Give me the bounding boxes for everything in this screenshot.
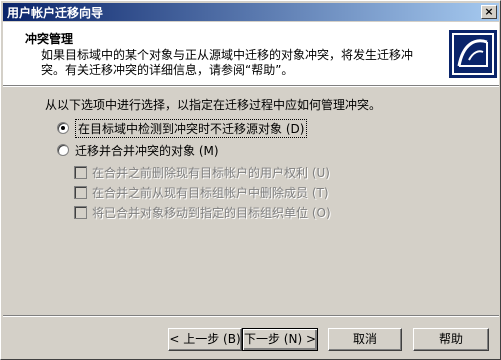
sub-option-remove-group-members-label: 在合并之前从现有目标组帐户中删除成员 (T) [92, 185, 329, 200]
radio-migrate-and-merge[interactable] [57, 144, 69, 156]
wizard-header: 冲突管理 如果目标域中的某个对象与正从源域中迁移的对象冲突，将发生迁移冲突。有关… [3, 22, 499, 85]
sub-option-move-to-ou-label: 将已合并对象移动到指定的目标组织单位 (O) [92, 205, 331, 220]
checkbox-move-to-ou[interactable] [74, 205, 87, 219]
sub-option-remove-user-rights-label: 在合并之前删除现有目标帐户的用户权利 (U) [92, 165, 330, 180]
footer-separator [3, 315, 499, 317]
option-do-not-migrate[interactable]: 在目标域中检测到冲突时不迁移源对象 (D) [57, 118, 308, 138]
option-do-not-migrate-label: 在目标域中检测到冲突时不迁移源对象 (D) [75, 118, 308, 138]
checkbox-remove-group-members[interactable] [74, 185, 87, 199]
next-button[interactable]: 下一步 (N) > [242, 328, 318, 351]
checkbox-remove-user-rights[interactable] [74, 165, 87, 179]
option-migrate-and-merge-label: 迁移并合并冲突的对象 (M) [75, 143, 219, 158]
sub-option-remove-group-members[interactable]: 在合并之前从现有目标组帐户中删除成员 (T) [74, 184, 329, 200]
wizard-window: 用户帐户迁移向导 × 冲突管理 如果目标域中的某个对象与正从源域中迁移的对象冲突… [0, 0, 501, 360]
page-description: 如果目标域中的某个对象与正从源域中迁移的对象冲突，将发生迁移冲突。有关迁移冲突的… [41, 48, 414, 77]
instruction-text: 从以下选项中进行选择，以指定在迁移过程中应如何管理冲突。 [45, 98, 382, 112]
title-bar[interactable]: 用户帐户迁移向导 × [3, 3, 499, 21]
sub-option-remove-user-rights[interactable]: 在合并之前删除现有目标帐户的用户权利 (U) [74, 164, 330, 180]
help-button[interactable]: 帮助 [413, 328, 489, 351]
page-title: 冲突管理 [25, 32, 74, 46]
back-button[interactable]: < 上一步 (B) [168, 328, 242, 351]
header-separator [3, 85, 499, 87]
window-title: 用户帐户迁移向导 [7, 6, 104, 20]
option-migrate-and-merge[interactable]: 迁移并合并冲突的对象 (M) [57, 142, 219, 158]
close-button[interactable]: × [481, 5, 497, 19]
migration-wizard-icon [449, 30, 497, 78]
cancel-button[interactable]: 取消 [328, 328, 402, 351]
sub-option-move-to-ou[interactable]: 将已合并对象移动到指定的目标组织单位 (O) [74, 204, 331, 220]
radio-do-not-migrate[interactable] [57, 122, 69, 134]
